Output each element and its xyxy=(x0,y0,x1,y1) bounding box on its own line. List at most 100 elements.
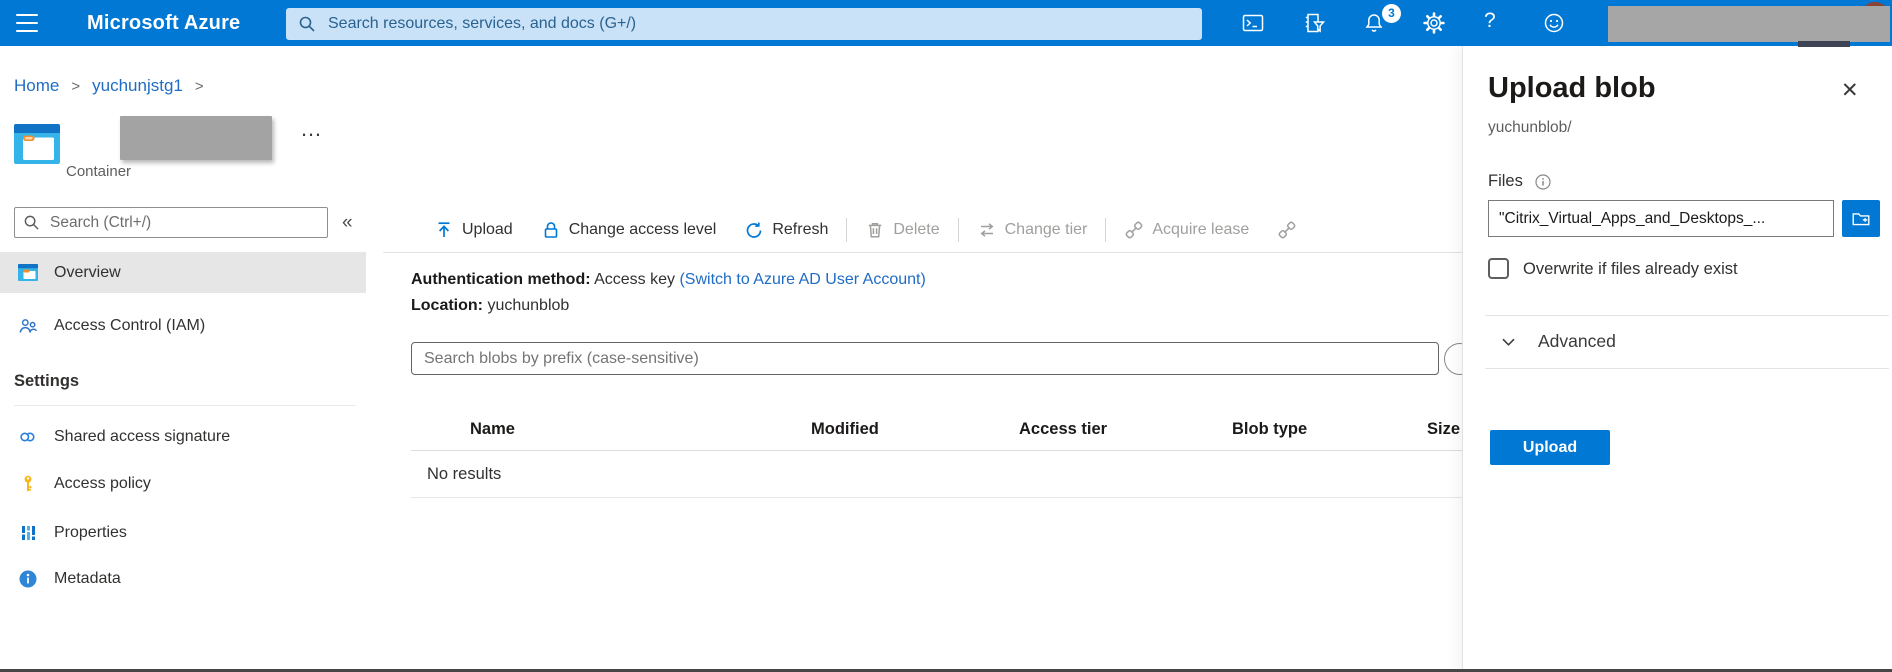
trash-icon xyxy=(865,220,885,240)
blob-prefix-search[interactable] xyxy=(411,342,1439,375)
panel-divider xyxy=(1485,315,1889,316)
sidebar-item-metadata[interactable]: Metadata xyxy=(0,558,366,599)
file-picker-field[interactable] xyxy=(1488,200,1834,237)
command-bar-divider xyxy=(383,252,1462,253)
azure-portal-container-page: Microsoft Azure 3 ? Home > y xyxy=(0,0,1892,672)
sidebar-item-label: Properties xyxy=(54,524,127,542)
sidebar-item-shared-access-signature[interactable]: Shared access signature xyxy=(0,416,366,457)
browse-files-button[interactable] xyxy=(1842,200,1880,237)
breadcrumb-separator: > xyxy=(195,78,204,95)
toolbar-divider xyxy=(846,218,847,242)
info-circle-icon xyxy=(18,569,38,589)
breadcrumb-storage-account-link[interactable]: yuchunjstg1 xyxy=(92,76,183,96)
breadcrumb-separator: > xyxy=(71,78,80,95)
link-chain-icon xyxy=(18,427,38,447)
lease-icon xyxy=(1277,220,1297,240)
column-header-name[interactable]: Name xyxy=(470,420,515,439)
properties-bars-icon xyxy=(18,523,38,543)
resource-type-label: Container xyxy=(66,163,131,180)
breadcrumb-home-link[interactable]: Home xyxy=(14,76,59,96)
panel-path-subtitle: yuchunblob/ xyxy=(1488,119,1572,137)
command-bar: Upload Change access level Refresh Delet… xyxy=(420,210,1311,250)
hamburger-menu-icon[interactable] xyxy=(16,14,38,32)
chevron-down-icon xyxy=(1501,336,1516,348)
files-field-label-row: Files xyxy=(1488,172,1551,191)
toolbar-divider xyxy=(958,218,959,242)
info-icon xyxy=(1535,174,1551,190)
upload-command[interactable]: Upload xyxy=(420,220,527,240)
column-header-size[interactable]: Size xyxy=(1427,420,1460,439)
advanced-label: Advanced xyxy=(1538,331,1616,352)
redacted-container-name xyxy=(120,116,272,160)
people-icon xyxy=(18,316,38,336)
auth-method-label: Authentication method: xyxy=(411,271,591,288)
location-label: Location: xyxy=(411,297,483,314)
advanced-expander[interactable]: Advanced xyxy=(1501,331,1616,352)
top-bar: Microsoft Azure 3 ? xyxy=(0,0,1892,46)
brand-title[interactable]: Microsoft Azure xyxy=(87,0,240,46)
redacted-account-info xyxy=(1608,6,1890,42)
column-header-access-tier[interactable]: Access tier xyxy=(1019,420,1107,439)
breadcrumb: Home > yuchunjstg1 > xyxy=(14,76,204,96)
sidebar-divider xyxy=(14,405,356,406)
global-search[interactable] xyxy=(286,8,1202,40)
cloud-shell-icon[interactable] xyxy=(1241,11,1265,35)
panel-title: Upload blob xyxy=(1488,72,1656,105)
sidebar-item-access-control-iam[interactable]: Access Control (IAM) xyxy=(0,305,366,346)
authentication-method-line: Authentication method: Access key (Switc… xyxy=(411,271,926,289)
column-header-modified[interactable]: Modified xyxy=(811,420,879,439)
empty-results-text: No results xyxy=(427,465,501,484)
sidebar-search-input[interactable] xyxy=(48,213,319,233)
lock-icon xyxy=(541,220,561,240)
upload-blob-panel: Upload blob ✕ yuchunblob/ Files Overwrit… xyxy=(1462,46,1892,672)
sidebar-item-properties[interactable]: Properties xyxy=(0,512,366,553)
notification-count-badge: 3 xyxy=(1382,4,1401,23)
sidebar-item-label: Metadata xyxy=(54,570,121,588)
break-lease-command-partial[interactable] xyxy=(1263,220,1311,240)
settings-gear-icon[interactable] xyxy=(1422,11,1446,35)
feedback-smiley-icon[interactable] xyxy=(1542,11,1566,35)
sidebar-item-label: Overview xyxy=(54,264,121,282)
location-line: Location: yuchunblob xyxy=(411,297,569,315)
change-tier-command-disabled[interactable]: Change tier xyxy=(963,220,1102,240)
search-icon xyxy=(298,15,316,33)
swap-arrows-icon xyxy=(977,220,997,240)
refresh-icon xyxy=(744,220,764,240)
sidebar-item-label: Shared access signature xyxy=(54,428,230,446)
file-picker-input[interactable] xyxy=(1489,210,1833,228)
switch-auth-link[interactable]: (Switch to Azure AD User Account) xyxy=(679,271,925,288)
refresh-command[interactable]: Refresh xyxy=(730,220,842,240)
sidebar-search[interactable] xyxy=(14,207,328,238)
files-label: Files xyxy=(1488,172,1523,191)
directory-filter-icon[interactable] xyxy=(1302,11,1326,35)
sidebar-section-settings: Settings xyxy=(14,372,79,391)
lease-icon xyxy=(1124,220,1144,240)
sidebar-item-label: Access policy xyxy=(54,475,151,493)
key-icon xyxy=(18,474,38,494)
sidebar-item-overview[interactable]: Overview xyxy=(0,252,366,293)
acquire-lease-command-disabled[interactable]: Acquire lease xyxy=(1110,220,1263,240)
container-icon xyxy=(14,124,60,164)
auth-method-value: Access key xyxy=(591,271,680,288)
overwrite-checkbox[interactable] xyxy=(1488,258,1509,279)
blob-prefix-search-input[interactable] xyxy=(412,350,1438,368)
change-access-level-command[interactable]: Change access level xyxy=(527,220,731,240)
folder-icon xyxy=(1850,208,1872,230)
upload-icon xyxy=(434,220,454,240)
overwrite-checkbox-label: Overwrite if files already exist xyxy=(1523,260,1738,279)
panel-divider xyxy=(1485,368,1889,369)
help-icon[interactable]: ? xyxy=(1484,9,1496,33)
global-search-input[interactable] xyxy=(326,14,1190,34)
table-header-divider xyxy=(411,450,1462,451)
upload-submit-button[interactable]: Upload xyxy=(1490,430,1610,465)
more-options-button[interactable]: … xyxy=(300,116,325,142)
container-overview-icon xyxy=(18,264,38,281)
sidebar-item-label: Access Control (IAM) xyxy=(54,317,205,335)
search-icon xyxy=(23,214,40,231)
column-header-blob-type[interactable]: Blob type xyxy=(1232,420,1307,439)
delete-command-disabled[interactable]: Delete xyxy=(851,220,953,240)
sidebar-item-access-policy[interactable]: Access policy xyxy=(0,463,366,504)
sidebar-collapse-button[interactable]: « xyxy=(342,212,353,234)
close-icon[interactable]: ✕ xyxy=(1841,78,1859,103)
table-row-divider xyxy=(411,497,1462,498)
